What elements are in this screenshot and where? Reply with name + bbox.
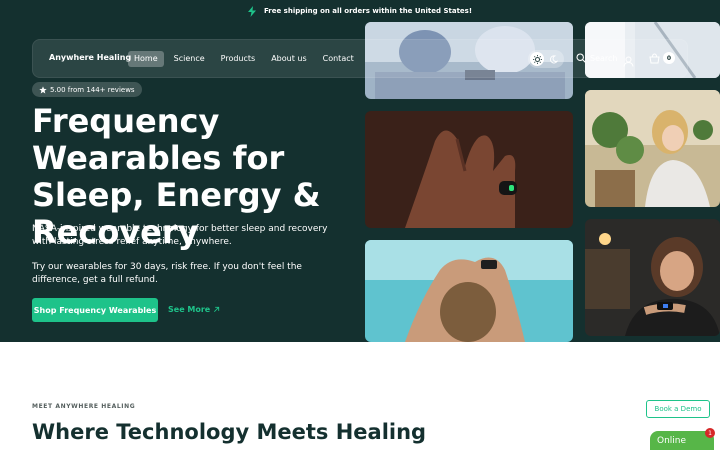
- search-label: Search: [590, 53, 618, 63]
- see-more-label: See More: [168, 305, 211, 314]
- announcement-text: Free shipping on all orders within the U…: [263, 7, 473, 15]
- cart-icon: [649, 52, 660, 63]
- nav-item-science[interactable]: Science: [168, 51, 211, 67]
- hero-photo-plants: [585, 90, 720, 207]
- hero-trial-text: Try our wearables for 30 days, risk free…: [32, 262, 302, 285]
- shop-wearables-button[interactable]: Shop Frequency Wearables: [32, 298, 158, 322]
- rating-text: 5.00 from 144+ reviews: [50, 85, 135, 94]
- rating-badge: 5.00 from 144+ reviews: [32, 82, 142, 97]
- cart-count-badge: 0: [663, 52, 675, 64]
- search-button[interactable]: Search: [576, 53, 617, 63]
- nav-menu: Home Science Products About us Contact: [128, 51, 360, 67]
- chat-notification-badge: 1: [705, 428, 715, 438]
- see-more-link[interactable]: See More: [168, 305, 220, 314]
- hero-photo-smiling: [585, 219, 720, 336]
- book-demo-button[interactable]: Book a Demo: [646, 400, 710, 418]
- nav-item-about[interactable]: About us: [265, 51, 312, 67]
- lightning-icon: [247, 5, 256, 17]
- announcement-bar: Free shipping on all orders within the U…: [0, 0, 720, 22]
- section-title: Where Technology Meets Healing: [32, 420, 427, 444]
- sun-icon[interactable]: [530, 52, 544, 66]
- hero-description: NASA-inspired wearable technology for be…: [32, 224, 328, 247]
- main-nav: Anywhere Healing Home Science Products A…: [32, 39, 688, 78]
- arrow-up-right-icon: [214, 306, 220, 312]
- search-icon: [576, 53, 586, 63]
- star-icon: [39, 85, 47, 93]
- nav-item-home[interactable]: Home: [128, 51, 164, 67]
- site-logo[interactable]: Anywhere Healing: [49, 53, 131, 62]
- hero-photo-hand-ring: [365, 111, 573, 228]
- cart-button[interactable]: 0: [649, 52, 675, 64]
- nav-item-contact[interactable]: Contact: [317, 51, 360, 67]
- account-button[interactable]: [623, 52, 634, 71]
- hero-photo-beach: [365, 240, 573, 342]
- section-eyebrow: MEET ANYWHERE HEALING: [32, 403, 136, 410]
- nav-item-products[interactable]: Products: [215, 51, 262, 67]
- user-icon: [623, 56, 634, 67]
- chat-status-label: Online: [657, 435, 687, 446]
- moon-icon[interactable]: [546, 52, 560, 66]
- theme-toggle[interactable]: [528, 50, 564, 68]
